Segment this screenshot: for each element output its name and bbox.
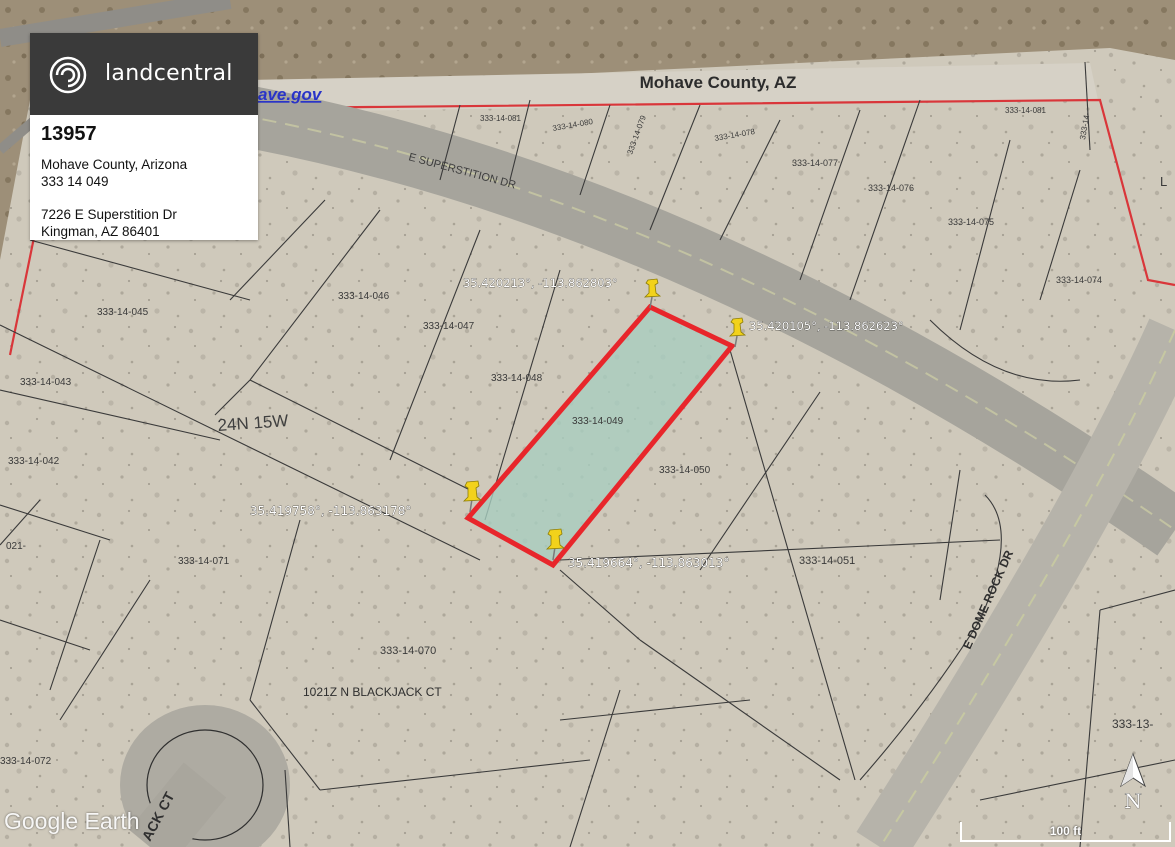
parcel-label: 333-14-045 <box>97 307 149 318</box>
county-banner: Mohave County, AZ <box>640 73 797 92</box>
property-county-state: Mohave County, Arizona <box>41 157 188 172</box>
scale-bar: 100 ft <box>960 822 1171 842</box>
parcel-label: 333-14-051 <box>799 555 855 567</box>
parcel-label: 333-14-043 <box>20 377 72 388</box>
corner-label-se: 35.419664°, -113.863013° <box>568 556 729 570</box>
property-street: 7226 E Superstition Dr <box>41 207 177 222</box>
parcel-label: 333-14-071 <box>178 556 230 567</box>
landcentral-logo-icon <box>49 56 87 94</box>
parcel-label: 333-14-042 <box>8 456 60 467</box>
north-arrow-icon: N <box>1119 752 1147 812</box>
parcel-label: 333-14-046 <box>338 291 390 302</box>
parcel-label: 333-14-076 <box>868 183 914 193</box>
brand-name: landcentral <box>105 61 233 86</box>
parcel-label: 333-14-074 <box>1056 275 1102 285</box>
parcel-label: 333-14-075 <box>948 217 994 227</box>
parcel-label: 333-14-072 <box>0 756 52 767</box>
corner-label-sw: 35.419758°, -113.863178° <box>250 504 411 518</box>
url-fragment[interactable]: ave.gov <box>258 85 323 104</box>
property-info-card: landcentral 13957 Mohave County, Arizona… <box>30 33 258 240</box>
parcel-label: 333-13- <box>1112 717 1153 731</box>
parcel-label: 333-14-081 <box>480 114 521 123</box>
property-city-state-zip: Kingman, AZ 86401 <box>41 224 160 239</box>
scale-label: 100 ft <box>1049 824 1082 838</box>
parcel-label: 333-14-077 <box>792 158 838 168</box>
corner-label-nw: 35.420213°, -113.862803° <box>463 276 618 290</box>
parcel-label: 333-14-047 <box>423 321 475 332</box>
blackjack-road-label: 1021Z N BLACKJACK CT <box>303 685 442 699</box>
parcel-label: 021- <box>6 541 26 552</box>
brand-header: landcentral <box>30 33 258 115</box>
parcel-label: 333-14-081 <box>1005 106 1046 115</box>
property-apn: 333 14 049 <box>41 174 109 189</box>
property-id: 13957 <box>41 123 97 145</box>
north-label: N <box>1124 789 1142 812</box>
corner-label-ne: 35.420105°, -113.862623° <box>749 319 904 333</box>
parcel-label: 333-14-050 <box>659 465 711 476</box>
parcel-label: 333-14-070 <box>380 645 436 657</box>
parcel-label: 333-14-049 <box>572 416 624 427</box>
parcel-label: L <box>1160 174 1167 189</box>
parcel-label: 333-14-048 <box>491 373 543 384</box>
google-earth-attribution: Google Earth <box>4 808 140 834</box>
